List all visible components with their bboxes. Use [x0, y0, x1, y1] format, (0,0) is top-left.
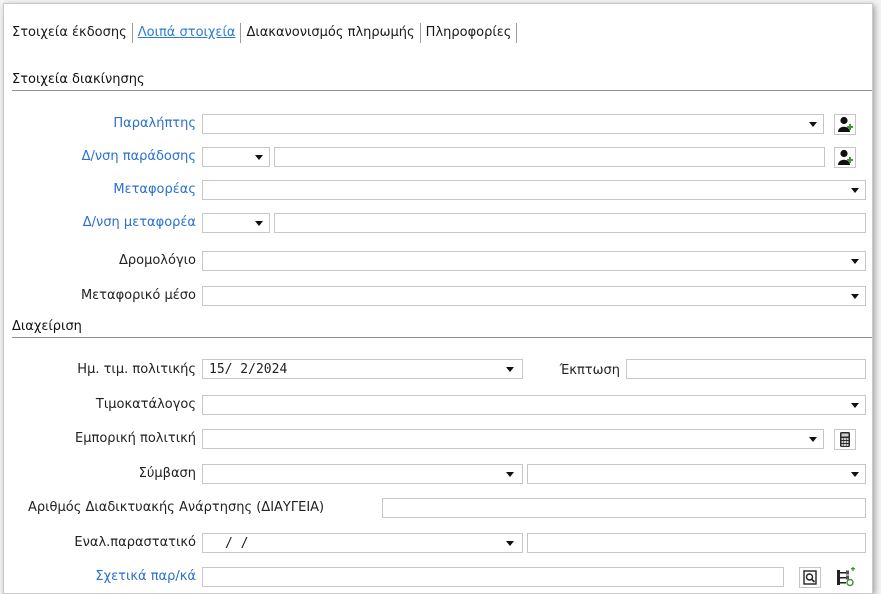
alt-document-field[interactable]: [527, 533, 866, 553]
related-docs-label[interactable]: Σχετικά παρ/κά: [4, 566, 196, 588]
delivery-address-label[interactable]: Δ/νση παράδοσης: [4, 146, 196, 168]
delivery-address-field[interactable]: [274, 147, 825, 167]
chevron-down-icon[interactable]: [501, 534, 519, 552]
vehicle-label: Μεταφορικό μέσο: [80, 288, 196, 303]
tab-information[interactable]: Πληροφορίες: [421, 23, 518, 43]
recipient-select[interactable]: [202, 114, 824, 134]
document-search-icon: [800, 568, 820, 587]
section-divider: [12, 90, 872, 91]
contract-select[interactable]: [202, 464, 523, 484]
vehicle-select[interactable]: [202, 286, 866, 306]
alt-document-date-value: / /: [225, 536, 249, 551]
diavgeia-label: Αριθμός Διαδικτυακής Ανάρτησης (ΔΙΑΥΓΕΙΑ…: [28, 500, 325, 515]
contract-detail-select[interactable]: [527, 464, 866, 484]
chevron-down-icon[interactable]: [846, 465, 864, 483]
price-list-select[interactable]: [202, 395, 866, 415]
chevron-down-icon[interactable]: [804, 430, 822, 448]
chevron-down-icon[interactable]: [501, 465, 519, 483]
carrier-select[interactable]: [202, 180, 866, 200]
chevron-down-icon[interactable]: [501, 360, 519, 378]
section-management-header: Διαχείριση: [12, 317, 872, 338]
calculator-icon: [835, 430, 855, 449]
price-policy-date-label: Ημ. τιμ. πολιτικής: [77, 362, 196, 377]
search-document-button[interactable]: [799, 567, 821, 588]
user-add-icon: [835, 148, 855, 167]
section-transport-header: Στοιχεία διακίνησης: [12, 70, 872, 91]
discount-label: Έκπτωση: [559, 363, 620, 378]
tab-bar: Στοιχεία έκδοσης Λοιπά στοιχεία Διακανον…: [12, 20, 518, 46]
route-label: Δρομολόγιο: [118, 253, 196, 268]
tree-add-button[interactable]: [834, 567, 856, 588]
recipient-label[interactable]: Παραλήπτης: [4, 113, 196, 135]
document-window: Στοιχεία έκδοσης Λοιπά στοιχεία Διακανον…: [3, 3, 873, 594]
add-recipient-button[interactable]: [834, 114, 856, 135]
chevron-down-icon[interactable]: [250, 148, 268, 166]
user-add-icon: [835, 115, 855, 134]
discount-field[interactable]: [626, 359, 866, 379]
tree-add-icon: [834, 567, 856, 588]
chevron-down-icon[interactable]: [804, 115, 822, 133]
delivery-address-code-select[interactable]: [202, 147, 270, 167]
carrier-address-label[interactable]: Δ/νση μεταφορέα: [4, 212, 196, 234]
chevron-down-icon[interactable]: [846, 252, 864, 270]
commercial-policy-label: Εμπορική πολιτική: [75, 431, 196, 446]
related-docs-field[interactable]: [202, 567, 784, 587]
chevron-down-icon[interactable]: [846, 396, 864, 414]
add-delivery-address-button[interactable]: [834, 147, 856, 168]
route-select[interactable]: [202, 251, 866, 271]
alt-document-date-picker[interactable]: / /: [202, 533, 523, 553]
chevron-down-icon[interactable]: [250, 214, 268, 232]
tab-other-details[interactable]: Λοιπά στοιχεία: [133, 23, 242, 43]
section-transport-title: Στοιχεία διακίνησης: [12, 72, 145, 87]
section-divider: [12, 337, 872, 338]
carrier-address-field[interactable]: [274, 213, 866, 233]
commercial-policy-select[interactable]: [202, 429, 824, 449]
tab-issue-details[interactable]: Στοιχεία έκδοσης: [12, 23, 133, 43]
calculator-button[interactable]: [834, 429, 856, 450]
chevron-down-icon[interactable]: [846, 181, 864, 199]
contract-label: Σύμβαση: [138, 466, 196, 481]
section-management-title: Διαχείριση: [12, 319, 82, 334]
price-policy-date-picker[interactable]: 15/ 2/2024: [202, 359, 523, 379]
diavgeia-field[interactable]: [382, 498, 866, 518]
alt-document-label: Εναλ.παραστατικό: [74, 535, 196, 550]
carrier-label[interactable]: Μεταφορέας: [4, 179, 196, 201]
price-list-label: Τιμοκατάλογος: [95, 397, 196, 412]
price-policy-date-value: 15/ 2/2024: [209, 362, 288, 377]
carrier-address-code-select[interactable]: [202, 213, 270, 233]
chevron-down-icon[interactable]: [846, 287, 864, 305]
tab-payment-settlement[interactable]: Διακανονισμός πληρωμής: [241, 23, 421, 43]
